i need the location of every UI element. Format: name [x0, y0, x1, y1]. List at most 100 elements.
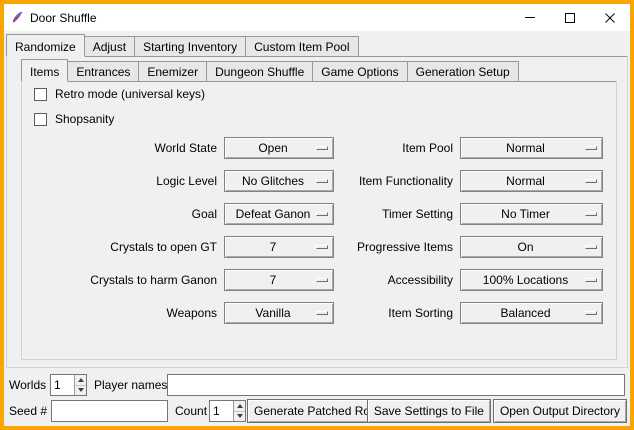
item-pool-dropdown[interactable]: Normal [460, 137, 603, 159]
main-tabbar: Randomize Adjust Starting Inventory Cust… [6, 32, 628, 57]
tab-starting-inventory[interactable]: Starting Inventory [134, 36, 246, 56]
option-label-item-sorting: Item Sorting [341, 306, 453, 320]
dropdown-value: No Glitches [242, 174, 304, 188]
shopsanity-label: Shopsanity [55, 112, 114, 126]
player-names-input[interactable] [167, 374, 625, 396]
sub-tabbar: Items Entrances Enemizer Dungeon Shuffle… [21, 57, 617, 82]
footer-right-buttons: Save Settings to File Open Output Direct… [367, 399, 627, 423]
subtab-items[interactable]: Items [21, 59, 68, 82]
seed-input[interactable] [51, 400, 168, 422]
arrow-up-icon [78, 378, 84, 382]
subtab-game-options[interactable]: Game Options [312, 61, 407, 81]
option-label-progressive-items: Progressive Items [341, 240, 453, 254]
seed-label: Seed # [9, 400, 47, 422]
option-label-crystals-harm-ganon: Crystals to harm Ganon [22, 273, 217, 287]
dropdown-value: 7 [270, 240, 277, 254]
tab-label: Items [30, 65, 59, 79]
maximize-button[interactable] [550, 4, 590, 31]
tab-adjust[interactable]: Adjust [84, 36, 135, 56]
app-icon [11, 11, 24, 24]
timer-setting-dropdown[interactable]: No Timer [460, 203, 603, 225]
tab-randomize[interactable]: Randomize [6, 34, 85, 57]
tab-custom-item-pool[interactable]: Custom Item Pool [245, 36, 358, 56]
open-output-directory-button[interactable]: Open Output Directory [493, 399, 627, 423]
count-spin-down-button[interactable] [234, 411, 245, 422]
dropdown-value: Defeat Ganon [236, 207, 311, 221]
dropdown-value: Open [258, 141, 287, 155]
accessibility-dropdown[interactable]: 100% Locations [460, 269, 603, 291]
options-grid: World State Open Item Pool Normal Logic … [22, 137, 603, 324]
goal-dropdown[interactable]: Defeat Ganon [224, 203, 334, 225]
tab-label: Randomize [15, 40, 76, 54]
dropdown-indicator-icon [585, 311, 597, 315]
arrow-up-icon [237, 404, 243, 408]
checkbox-box-icon [34, 113, 47, 126]
worlds-spin-down-button[interactable] [75, 385, 86, 396]
world-state-dropdown[interactable]: Open [224, 137, 334, 159]
progressive-items-dropdown[interactable]: On [460, 236, 603, 258]
dropdown-value: Normal [506, 174, 545, 188]
checkbox-box-icon [34, 88, 47, 101]
titlebar: Door Shuffle [4, 4, 630, 31]
dropdown-indicator-icon [585, 278, 597, 282]
tab-label: Game Options [321, 65, 398, 79]
tab-label: Generation Setup [416, 65, 510, 79]
crystals-harm-ganon-dropdown[interactable]: 7 [224, 269, 334, 291]
count-input[interactable] [210, 401, 233, 421]
maximize-icon [565, 13, 575, 23]
dropdown-value: 100% Locations [483, 273, 568, 287]
dropdown-indicator-icon [316, 311, 328, 315]
retro-mode-label: Retro mode (universal keys) [55, 87, 205, 101]
dropdown-indicator-icon [585, 179, 597, 183]
minimize-icon [525, 17, 535, 18]
arrow-down-icon [237, 414, 243, 418]
dropdown-value: Vanilla [255, 306, 290, 320]
client-area: Randomize Adjust Starting Inventory Cust… [4, 31, 630, 426]
subtab-generation-setup[interactable]: Generation Setup [407, 61, 519, 81]
weapons-dropdown[interactable]: Vanilla [224, 302, 334, 324]
minimize-button[interactable] [510, 4, 550, 31]
arrow-down-icon [78, 388, 84, 392]
close-button[interactable] [590, 4, 630, 31]
option-label-accessibility: Accessibility [341, 273, 453, 287]
dropdown-indicator-icon [585, 146, 597, 150]
spin-buttons [74, 375, 86, 395]
player-names-label: Player names [94, 374, 167, 396]
crystals-open-gt-dropdown[interactable]: 7 [224, 236, 334, 258]
tab-label: Adjust [93, 40, 126, 54]
worlds-input[interactable] [51, 375, 74, 395]
save-settings-button[interactable]: Save Settings to File [367, 399, 491, 423]
worlds-spinbox [50, 374, 87, 396]
logic-level-dropdown[interactable]: No Glitches [224, 170, 334, 192]
shopsanity-checkbox[interactable]: Shopsanity [34, 112, 114, 126]
option-label-item-functionality: Item Functionality [341, 174, 453, 188]
dropdown-indicator-icon [316, 245, 328, 249]
option-label-world-state: World State [22, 141, 217, 155]
tab-label: Custom Item Pool [254, 40, 349, 54]
dropdown-indicator-icon [316, 179, 328, 183]
count-spin-up-button[interactable] [234, 401, 245, 411]
dropdown-indicator-icon [316, 146, 328, 150]
dropdown-value: 7 [270, 273, 277, 287]
dropdown-value: No Timer [501, 207, 550, 221]
item-sorting-dropdown[interactable]: Balanced [460, 302, 603, 324]
dropdown-indicator-icon [585, 212, 597, 216]
dropdown-indicator-icon [585, 245, 597, 249]
subtab-enemizer[interactable]: Enemizer [138, 61, 207, 81]
item-functionality-dropdown[interactable]: Normal [460, 170, 603, 192]
spin-buttons [233, 401, 245, 421]
worlds-spin-up-button[interactable] [75, 375, 86, 385]
retro-mode-checkbox[interactable]: Retro mode (universal keys) [34, 87, 205, 101]
tab-label: Starting Inventory [143, 40, 237, 54]
option-label-goal: Goal [22, 207, 217, 221]
tab-label: Dungeon Shuffle [215, 65, 304, 79]
subtab-entrances[interactable]: Entrances [67, 61, 139, 81]
option-label-logic-level: Logic Level [22, 174, 217, 188]
count-spinbox [209, 400, 246, 422]
window: Door Shuffle Randomize Adjust Starting I… [0, 0, 634, 430]
option-label-weapons: Weapons [22, 306, 217, 320]
option-label-crystals-open-gt: Crystals to open GT [22, 240, 217, 254]
dropdown-indicator-icon [316, 212, 328, 216]
option-label-item-pool: Item Pool [341, 141, 453, 155]
subtab-dungeon-shuffle[interactable]: Dungeon Shuffle [206, 61, 313, 81]
